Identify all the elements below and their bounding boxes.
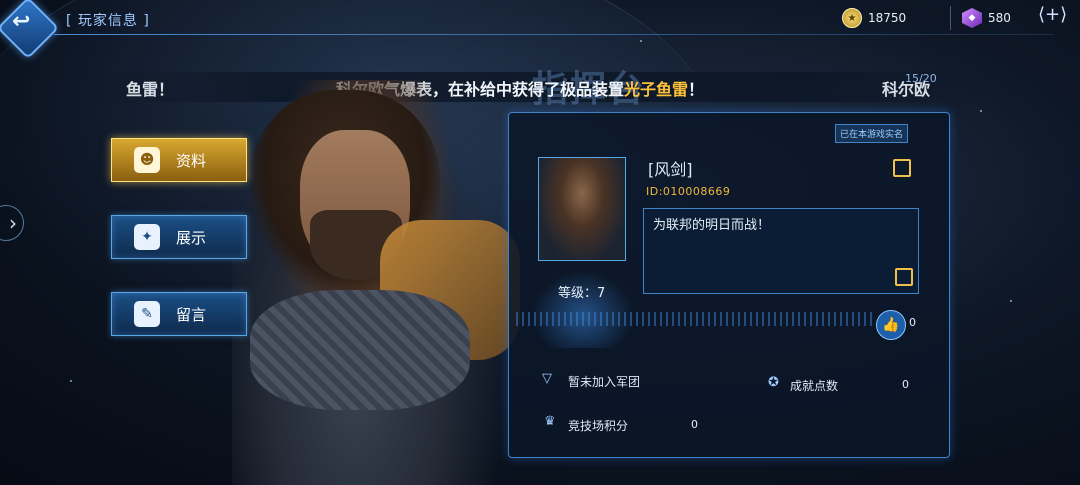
player-avatar[interactable]: [538, 157, 626, 261]
arena-score-label: 竞技场积分: [568, 419, 629, 433]
page-title: [ 玩家信息 ]: [66, 13, 150, 29]
menu-item-messages[interactable]: ✎ 留言: [111, 292, 247, 336]
star: [640, 40, 642, 42]
achievement-medal-icon: ✪: [768, 375, 779, 390]
showcase-icon: ✦: [134, 224, 160, 250]
gem-icon: ◆: [962, 8, 982, 28]
coin-balance: ★ 18750: [842, 8, 906, 28]
ticker-suffix: ！: [688, 80, 705, 99]
ticker-fragment-right: 科尔欧: [882, 80, 931, 99]
ticker-fragment-left: 鱼雷！: [126, 80, 175, 99]
achievement-label: 成就点数: [790, 379, 839, 393]
achievement-value: 0: [902, 378, 909, 391]
menu-item-label: 展示: [176, 228, 207, 247]
profile-card-icon: ☻: [134, 147, 160, 173]
like-count: 0: [909, 316, 916, 329]
legion-status: 暂未加入军团: [568, 375, 641, 389]
edit-name-icon[interactable]: [893, 159, 911, 177]
edit-signature-icon[interactable]: [895, 268, 913, 286]
star: [980, 110, 982, 112]
arena-score-value: 0: [691, 418, 698, 431]
top-bar: ↩ [ 玩家信息 ] ★ 18750 ◆ 580 ⟨+⟩: [0, 0, 1080, 60]
ticker-highlight-item: 光子鱼雷: [624, 80, 689, 99]
signature-text: 为联邦的明日而战！: [653, 218, 771, 233]
trophy-icon: ♛: [544, 414, 556, 429]
player-name: [风剑]: [648, 160, 693, 179]
coin-icon: ★: [842, 8, 862, 28]
menu-item-profile[interactable]: ☻ 资料: [111, 138, 247, 182]
star: [70, 380, 72, 382]
legion-icon: ▽: [542, 371, 552, 386]
back-arrow-icon[interactable]: ↩: [12, 9, 30, 34]
star: [1010, 300, 1012, 302]
add-currency-button[interactable]: ⟨+⟩: [1038, 4, 1067, 25]
message-board-icon: ✎: [134, 301, 160, 327]
resource-divider: [950, 6, 951, 30]
coin-count: 18750: [868, 11, 907, 25]
gem-balance: ◆ 580: [962, 8, 1011, 28]
menu-item-showcase[interactable]: ✦ 展示: [111, 215, 247, 259]
portrait-scarf: [250, 290, 470, 410]
verified-badge: 已在本游戏实名: [835, 124, 909, 143]
level-emblem: [528, 268, 638, 348]
player-id: ID:010008669: [646, 185, 731, 198]
menu-item-label: 留言: [176, 305, 207, 324]
menu-item-label: 资料: [176, 151, 207, 170]
gem-count: 580: [988, 11, 1011, 25]
player-level: 等级：7: [558, 286, 606, 301]
like-button[interactable]: 👍: [876, 310, 906, 340]
top-divider: [54, 34, 1054, 35]
